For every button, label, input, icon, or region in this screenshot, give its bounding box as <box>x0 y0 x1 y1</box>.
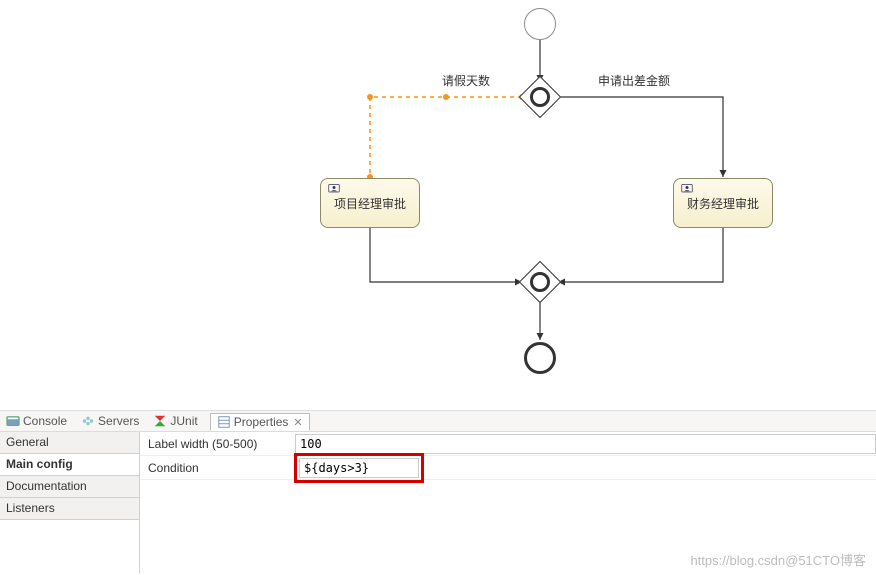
flow-label-right: 申请出差金额 <box>598 72 670 89</box>
user-icon <box>327 183 341 195</box>
tab-junit[interactable]: JUnit <box>151 414 199 428</box>
close-icon[interactable]: ✕ <box>293 416 302 429</box>
exclusive-gateway-bottom[interactable] <box>519 261 561 303</box>
flow-label-left: 请假天数 <box>442 72 490 89</box>
tab-servers[interactable]: Servers <box>79 414 141 428</box>
console-icon <box>6 414 20 428</box>
start-event[interactable] <box>524 8 556 40</box>
condition-highlight <box>294 453 424 483</box>
user-icon <box>680 183 694 195</box>
side-tab-documentation[interactable]: Documentation <box>0 476 139 498</box>
properties-icon <box>217 415 231 429</box>
tab-properties[interactable]: Properties ✕ <box>210 413 310 431</box>
junit-icon <box>153 414 167 428</box>
user-task-project-manager[interactable]: 项目经理审批 <box>320 178 420 228</box>
task-label: 项目经理审批 <box>334 195 406 212</box>
views-tab-bar: Console Servers JUnit Properties ✕ <box>0 410 876 432</box>
prop-label: Condition <box>140 461 295 475</box>
properties-grid: Label width (50-500) Condition <box>140 432 876 573</box>
condition-input[interactable] <box>299 458 419 478</box>
exclusive-gateway-top[interactable] <box>519 76 561 118</box>
task-label: 财务经理审批 <box>687 195 759 212</box>
properties-side-tabs: General Main config Documentation Listen… <box>0 432 140 573</box>
side-tab-listeners[interactable]: Listeners <box>0 498 139 520</box>
bpmn-canvas[interactable]: 请假天数 申请出差金额 项目经理审批 财务经理审批 <box>0 0 876 410</box>
tab-label: Servers <box>98 414 139 428</box>
tab-console[interactable]: Console <box>4 414 69 428</box>
side-tab-main-config[interactable]: Main config <box>0 454 139 476</box>
user-task-finance-manager[interactable]: 财务经理审批 <box>673 178 773 228</box>
servers-icon <box>81 414 95 428</box>
tab-label: JUnit <box>170 414 197 428</box>
prop-label: Label width (50-500) <box>140 437 295 451</box>
side-tab-general[interactable]: General <box>0 432 139 454</box>
end-event[interactable] <box>524 342 556 374</box>
label-width-input[interactable] <box>295 434 876 454</box>
tab-label: Console <box>23 414 67 428</box>
tab-label: Properties <box>234 415 289 429</box>
prop-row-condition: Condition <box>140 456 876 480</box>
properties-panel: General Main config Documentation Listen… <box>0 432 876 573</box>
